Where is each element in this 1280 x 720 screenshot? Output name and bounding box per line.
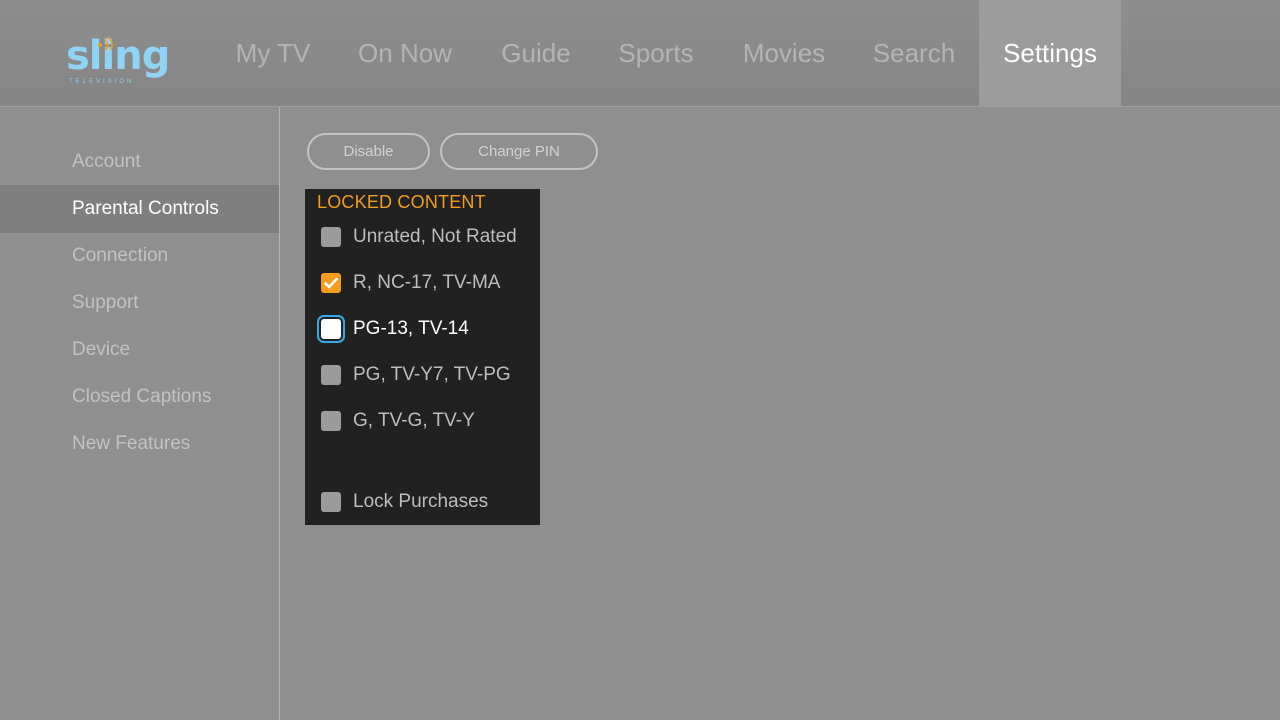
g-tvg-tvy-checkbox[interactable] (321, 411, 341, 431)
sidebar-item-parental-controls[interactable]: Parental Controls (0, 185, 279, 233)
sidebar-item-account[interactable]: Account (0, 138, 279, 186)
sidebar-item-closed-captions[interactable]: Closed Captions (0, 373, 279, 421)
nav-my-tv[interactable]: My TV (213, 0, 333, 106)
sling-logo: sling TELEVISION (66, 34, 170, 90)
locked-content-panel: LOCKED CONTENT Unrated, Not Rated R, NC-… (305, 189, 540, 525)
pg13-tv14-checkbox[interactable] (321, 319, 341, 339)
disable-button[interactable]: Disable (307, 133, 430, 170)
nav-settings[interactable]: Settings (979, 0, 1121, 106)
nav-guide[interactable]: Guide (482, 0, 590, 106)
nav-sports[interactable]: Sports (602, 0, 710, 106)
nav-search[interactable]: Search (856, 0, 972, 106)
lock-purchases-row[interactable]: Lock Purchases (305, 484, 540, 520)
settings-sidebar: Account Parental Controls Connection Sup… (0, 107, 280, 720)
broadcast-waves-icon (98, 36, 113, 50)
unrated-checkbox[interactable] (321, 227, 341, 247)
lock-purchases-label: Lock Purchases (353, 491, 489, 512)
change-pin-button[interactable]: Change PIN (440, 133, 598, 170)
sidebar-item-support[interactable]: Support (0, 279, 279, 327)
r-nc17-tvma-checkbox[interactable] (321, 273, 341, 293)
top-nav-bar: sling TELEVISION My TV On Now Guide Spor… (0, 0, 1280, 107)
rating-label: PG-13, TV-14 (353, 318, 469, 339)
logo-subtitle: TELEVISION (69, 79, 135, 85)
pg-tvy7-tvpg-checkbox[interactable] (321, 365, 341, 385)
sidebar-item-new-features[interactable]: New Features (0, 420, 279, 468)
sidebar-item-device[interactable]: Device (0, 326, 279, 374)
rating-row-unrated[interactable]: Unrated, Not Rated (305, 219, 540, 255)
rating-row-pg[interactable]: PG, TV-Y7, TV-PG (305, 357, 540, 393)
lock-purchases-checkbox[interactable] (321, 492, 341, 512)
rating-row-r[interactable]: R, NC-17, TV-MA (305, 265, 540, 301)
nav-on-now[interactable]: On Now (340, 0, 470, 106)
rating-label: G, TV-G, TV-Y (353, 410, 475, 431)
rating-label: PG, TV-Y7, TV-PG (353, 364, 511, 385)
checkmark-icon (324, 277, 338, 289)
sidebar-item-connection[interactable]: Connection (0, 232, 279, 280)
rating-label: Unrated, Not Rated (353, 226, 517, 247)
locked-content-title: LOCKED CONTENT (317, 192, 486, 212)
nav-movies[interactable]: Movies (724, 0, 844, 106)
rating-row-pg13[interactable]: PG-13, TV-14 (305, 311, 540, 347)
rating-row-g[interactable]: G, TV-G, TV-Y (305, 403, 540, 439)
rating-label: R, NC-17, TV-MA (353, 272, 501, 293)
